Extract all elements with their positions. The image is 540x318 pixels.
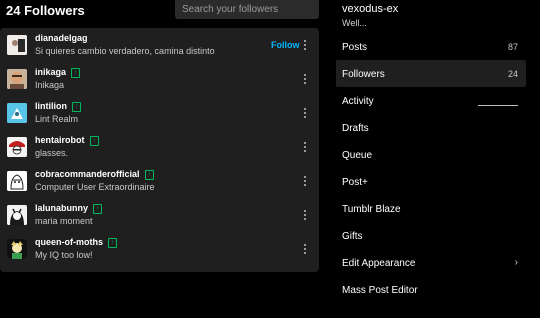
follower-title: My IQ too low! <box>35 250 93 260</box>
follower-title: Inikaga <box>35 80 65 90</box>
nav-item-label: Followers <box>342 69 385 80</box>
follower-title: maria moment <box>35 216 93 226</box>
blog-name[interactable]: vexodus-ex <box>342 3 398 15</box>
blog-header[interactable]: vexodus-ex Well... <box>342 3 398 28</box>
follower-username[interactable]: dianadelgag <box>35 33 88 43</box>
verified-badge-icon: ↑ <box>72 102 81 112</box>
nav-item-drafts[interactable]: Drafts <box>336 114 526 141</box>
follow-button[interactable]: Follow <box>271 40 300 50</box>
follower-row[interactable]: inikaga ↑ Inikaga <box>0 62 319 96</box>
more-options-icon[interactable] <box>302 140 308 154</box>
verified-badge-icon: ↑ <box>71 68 81 78</box>
follower-username[interactable]: queen-of-moths ↑ <box>35 237 117 248</box>
follower-title: Computer User Extraordinaire <box>35 182 155 192</box>
avatar[interactable] <box>7 137 27 157</box>
nav-item-label: Mass Post Editor <box>342 285 418 296</box>
more-options-icon[interactable] <box>302 174 308 188</box>
follower-username[interactable]: lintilion ↑ <box>35 101 81 112</box>
nav-item-label: Edit Appearance <box>342 258 416 269</box>
avatar-image-icon <box>7 239 27 259</box>
chevron-right-icon: › <box>514 257 518 268</box>
nav-item-count: 24 <box>507 69 518 79</box>
nav-item-label: Gifts <box>342 231 363 242</box>
nav-item-activity[interactable]: Activity <box>336 87 526 114</box>
avatar-image-icon <box>7 171 27 191</box>
follower-row[interactable]: queen-of-moths ↑ My IQ too low! <box>0 232 319 266</box>
activity-sparkline <box>478 105 518 106</box>
avatar[interactable] <box>7 35 27 55</box>
verified-badge-icon: ↑ <box>89 136 99 146</box>
nav-item-label: Queue <box>342 150 373 161</box>
verified-badge-icon: ↑ <box>108 238 117 248</box>
nav-item-label: Tumblr Blaze <box>342 204 401 215</box>
followers-list: dianadelgag Si quieres cambio verdadero,… <box>0 28 319 272</box>
nav-item-followers[interactable]: Followers 24 <box>336 60 526 87</box>
followers-title: 24 Followers <box>6 3 85 18</box>
follower-title: glasses. <box>35 148 69 158</box>
avatar[interactable] <box>7 239 27 259</box>
search-followers-input[interactable] <box>175 0 319 19</box>
nav-item-gifts[interactable]: Gifts <box>336 222 526 249</box>
follower-row[interactable]: dianadelgag Si quieres cambio verdadero,… <box>0 28 319 62</box>
follower-username[interactable]: cobracommanderofficial ↑ <box>35 169 154 180</box>
follower-row[interactable]: lintilion ↑ Lint Realm <box>0 96 319 130</box>
verified-badge-icon: ↑ <box>144 170 154 180</box>
follower-username[interactable]: hentairobot ↑ <box>35 135 99 146</box>
nav-item-mass-post-editor[interactable]: Mass Post Editor <box>336 276 526 303</box>
avatar[interactable] <box>7 171 27 191</box>
avatar[interactable] <box>7 103 27 123</box>
more-options-icon[interactable] <box>302 242 308 256</box>
nav-item-tumblr-blaze[interactable]: Tumblr Blaze <box>336 195 526 222</box>
nav-item-label: Posts <box>342 42 368 53</box>
more-options-icon[interactable] <box>302 106 308 120</box>
follower-title: Si quieres cambio verdadero, camina dist… <box>35 46 215 56</box>
blog-title: Well... <box>342 18 367 28</box>
avatar[interactable] <box>7 205 27 225</box>
more-options-icon[interactable] <box>302 72 308 86</box>
follower-username[interactable]: inikaga ↑ <box>35 67 81 78</box>
nav-item-post-plus[interactable]: Post+ <box>336 168 526 195</box>
nav-item-label: Drafts <box>342 123 369 134</box>
nav-item-edit-appearance[interactable]: Edit Appearance › <box>336 249 526 276</box>
nav-item-posts[interactable]: Posts 87 <box>336 33 526 60</box>
avatar-image-icon <box>7 137 27 157</box>
avatar[interactable] <box>7 69 27 89</box>
nav-item-label: Activity <box>342 96 374 107</box>
nav-item-queue[interactable]: Queue <box>336 141 526 168</box>
more-options-icon[interactable] <box>302 208 308 222</box>
avatar-image-icon <box>7 69 27 89</box>
follower-username[interactable]: lalunabunny ↑ <box>35 203 103 214</box>
avatar-image-icon <box>7 35 27 55</box>
verified-badge-icon: ↑ <box>93 204 103 214</box>
follower-row[interactable]: cobracommanderofficial ↑ Computer User Ex… <box>0 164 319 198</box>
follower-row[interactable]: lalunabunny ↑ maria moment <box>0 198 319 232</box>
more-options-icon[interactable] <box>302 38 308 52</box>
follower-title: Lint Realm <box>35 114 79 124</box>
follower-row[interactable]: hentairobot ↑ glasses. <box>0 130 319 164</box>
nav-item-count: 87 <box>507 42 518 52</box>
nav-item-label: Post+ <box>342 177 368 188</box>
blog-nav: Posts 87 Followers 24 Activity Drafts Qu… <box>336 33 526 303</box>
avatar-image-icon <box>7 205 27 225</box>
avatar-image-icon <box>7 103 27 123</box>
